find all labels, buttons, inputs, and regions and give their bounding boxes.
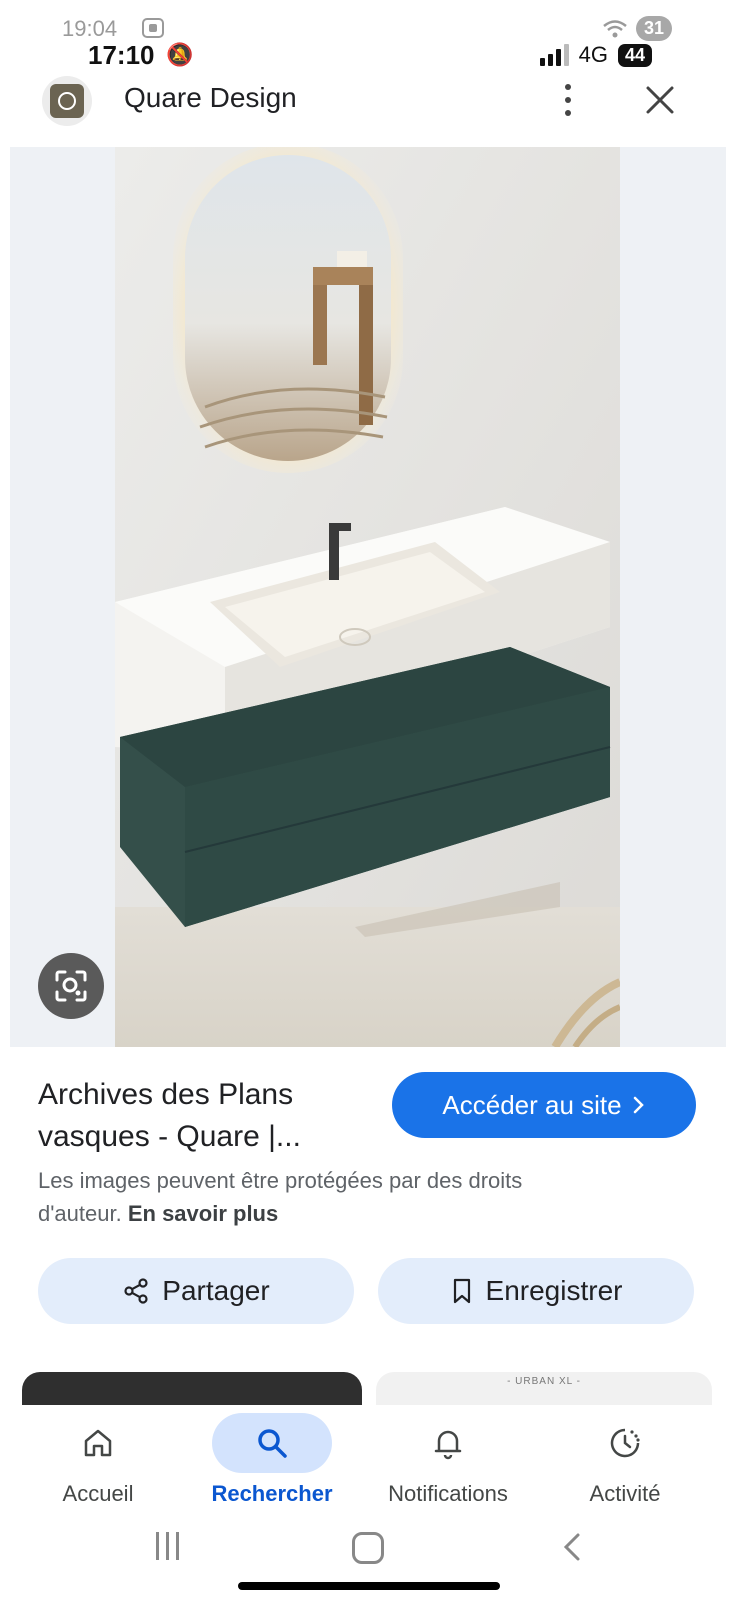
nav-label-notifications: Notifications: [388, 1481, 508, 1506]
share-label: Partager: [162, 1275, 270, 1306]
nav-item-activity[interactable]: Activité: [545, 1405, 705, 1517]
image-preview[interactable]: [10, 147, 726, 1047]
more-options-icon[interactable]: [556, 80, 580, 120]
screen-record-icon: [142, 18, 164, 38]
signal-icon: [539, 44, 569, 66]
home-button[interactable]: [352, 1532, 384, 1564]
nav-label-home: Accueil: [62, 1481, 134, 1506]
product-photo: [115, 147, 620, 1047]
result-header: Quare Design: [0, 66, 736, 134]
activity-icon: [610, 1428, 640, 1458]
gesture-bar: [238, 1582, 500, 1590]
lens-search-button[interactable]: [38, 953, 104, 1019]
thumbnail-caption: - URBAN XL -: [507, 1376, 581, 1387]
learn-more-link[interactable]: En savoir plus: [128, 1201, 278, 1226]
bottom-navigation: Accueil Rechercher Notifications Activit…: [0, 1405, 736, 1517]
wifi-icon: [603, 19, 627, 37]
nav-item-search[interactable]: Rechercher: [192, 1405, 352, 1517]
close-icon[interactable]: [640, 80, 680, 120]
muted-bell-icon: 🔕: [166, 42, 194, 67]
chevron-right-icon: [633, 1096, 644, 1114]
home-icon: [84, 1429, 112, 1457]
site-name[interactable]: Quare Design: [124, 82, 297, 114]
share-button[interactable]: Partager: [38, 1258, 354, 1324]
search-icon: [258, 1429, 287, 1458]
related-image-thumbnail[interactable]: - URBAN XL -: [376, 1372, 712, 1406]
related-image-thumbnail[interactable]: [22, 1372, 362, 1406]
save-label: Enregistrer: [485, 1275, 623, 1306]
nav-label-search: Rechercher: [211, 1481, 333, 1506]
visit-site-label: Accéder au site: [442, 1089, 622, 1120]
bookmark-icon: [453, 1278, 470, 1304]
battery-indicator: 44: [617, 43, 652, 67]
visit-site-button[interactable]: Accéder au site: [392, 1072, 696, 1138]
recent-apps-button[interactable]: [152, 1532, 182, 1562]
nav-label-activity: Activité: [589, 1481, 661, 1506]
save-button[interactable]: Enregistrer: [378, 1258, 694, 1324]
copyright-notice: Les images peuvent être protégées par de…: [38, 1164, 598, 1230]
status-time-secondary: 19:04: [62, 16, 118, 41]
status-badge: 31: [635, 16, 672, 41]
share-icon: [124, 1278, 148, 1304]
copyright-text: Les images peuvent être protégées par de…: [38, 1168, 523, 1226]
bell-icon: [434, 1430, 462, 1460]
system-navigation: [0, 1522, 736, 1600]
back-icon[interactable]: [558, 1532, 588, 1562]
nav-item-home[interactable]: Accueil: [18, 1405, 178, 1517]
site-logo[interactable]: [42, 76, 92, 126]
lens-icon: [55, 970, 87, 1002]
network-type: 4G: [578, 42, 608, 67]
nav-item-notifications[interactable]: Notifications: [368, 1405, 528, 1517]
result-title[interactable]: Archives des Plans vasques - Quare |...: [38, 1074, 368, 1158]
